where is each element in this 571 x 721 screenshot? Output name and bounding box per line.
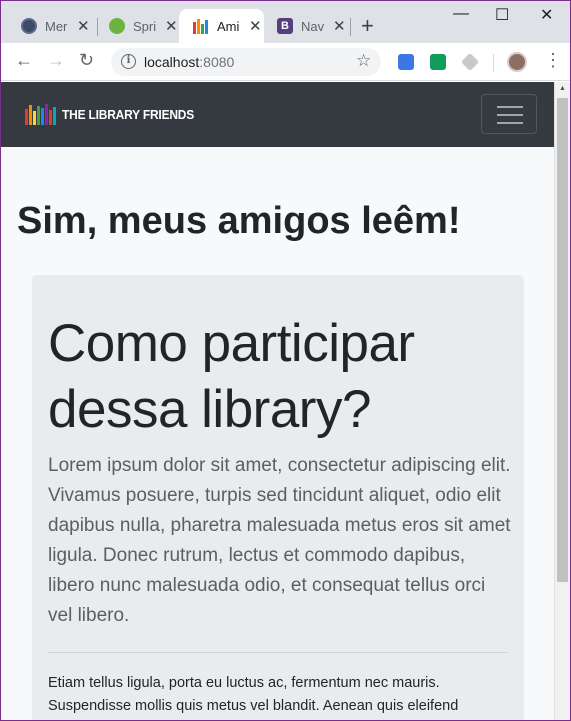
books-logo-icon bbox=[25, 103, 56, 125]
tab-amigos[interactable]: Ami ✕ bbox=[179, 9, 264, 43]
brand-text: THE LIBRARY FRIENDS bbox=[62, 106, 195, 122]
page-viewport: THE LIBRARY FRIENDS Sim, meus amigos leê… bbox=[1, 82, 570, 720]
tab-title: Spri bbox=[133, 18, 157, 34]
hamburger-line bbox=[497, 122, 523, 124]
tab-nav[interactable]: B Nav ✕ bbox=[263, 9, 346, 43]
bookmark-star-icon[interactable]: ☆ bbox=[356, 51, 371, 71]
close-icon[interactable]: ✕ bbox=[165, 19, 178, 34]
profile-avatar[interactable] bbox=[507, 52, 527, 72]
dark-circle-icon bbox=[21, 18, 37, 34]
browser-toolbar: ← → ↻ i localhost:8080 ☆ ⋮ bbox=[1, 43, 570, 81]
scroll-up-arrow-icon[interactable]: ▲ bbox=[559, 85, 566, 92]
tab-strip: Mer ✕ Spri ✕ Ami ✕ B Nav ✕ + — ☐ ✕ bbox=[1, 1, 570, 43]
bootstrap-b-icon: B bbox=[277, 18, 293, 34]
browser-window: Mer ✕ Spri ✕ Ami ✕ B Nav ✕ + — ☐ ✕ ← → ↻… bbox=[0, 0, 571, 721]
tab-title: Mer bbox=[45, 18, 68, 34]
forward-arrow-icon[interactable]: → bbox=[47, 51, 65, 69]
navbar-brand[interactable]: THE LIBRARY FRIENDS bbox=[25, 103, 206, 125]
site-navbar: THE LIBRARY FRIENDS bbox=[1, 82, 554, 147]
jumbotron: Como participar dessa library? Lorem ips… bbox=[32, 275, 524, 720]
tab-title: Ami bbox=[217, 18, 240, 34]
hamburger-line bbox=[497, 114, 523, 116]
back-arrow-icon[interactable]: ← bbox=[15, 51, 33, 69]
url-text: localhost:8080 bbox=[144, 54, 234, 70]
spring-leaf-icon bbox=[109, 18, 125, 34]
divider bbox=[48, 652, 508, 653]
books-icon bbox=[193, 18, 209, 34]
info-icon[interactable]: i bbox=[121, 54, 136, 69]
close-icon[interactable]: ✕ bbox=[333, 19, 346, 34]
scrollbar-thumb[interactable] bbox=[557, 98, 568, 582]
extension-clock-icon[interactable] bbox=[430, 54, 446, 70]
new-tab-button[interactable]: + bbox=[361, 15, 374, 37]
hamburger-line bbox=[497, 106, 523, 108]
maximize-button[interactable]: ☐ bbox=[495, 5, 509, 25]
url-host: localhost bbox=[144, 54, 200, 70]
url-port: :8080 bbox=[199, 54, 235, 70]
close-icon[interactable]: ✕ bbox=[249, 19, 262, 34]
reload-icon[interactable]: ↻ bbox=[79, 51, 94, 69]
close-window-button[interactable]: ✕ bbox=[540, 5, 553, 25]
minimize-button[interactable]: — bbox=[453, 5, 469, 23]
jumbotron-heading: Como participar dessa library? bbox=[48, 314, 415, 439]
menu-kebab-icon[interactable]: ⋮ bbox=[544, 51, 562, 69]
tab-spring[interactable]: Spri ✕ bbox=[95, 9, 178, 43]
toolbar-divider bbox=[493, 54, 494, 72]
extension-cube-icon[interactable] bbox=[460, 52, 480, 72]
tab-title: Nav bbox=[301, 18, 325, 34]
page-title: Sim, meus amigos leêm! bbox=[17, 200, 461, 242]
vertical-scrollbar[interactable]: ▲ bbox=[554, 82, 570, 720]
jumbotron-lead: Lorem ipsum dolor sit amet, consectetur … bbox=[48, 455, 511, 626]
close-icon[interactable]: ✕ bbox=[77, 19, 90, 34]
tab-divider bbox=[350, 18, 351, 36]
address-bar[interactable]: i localhost:8080 ☆ bbox=[111, 48, 381, 76]
jumbotron-body: Etiam tellus ligula, porta eu luctus ac,… bbox=[48, 675, 459, 714]
tab-mer[interactable]: Mer ✕ bbox=[7, 9, 90, 43]
extension-icon[interactable] bbox=[398, 54, 414, 70]
navbar-toggler-button[interactable] bbox=[481, 94, 537, 134]
